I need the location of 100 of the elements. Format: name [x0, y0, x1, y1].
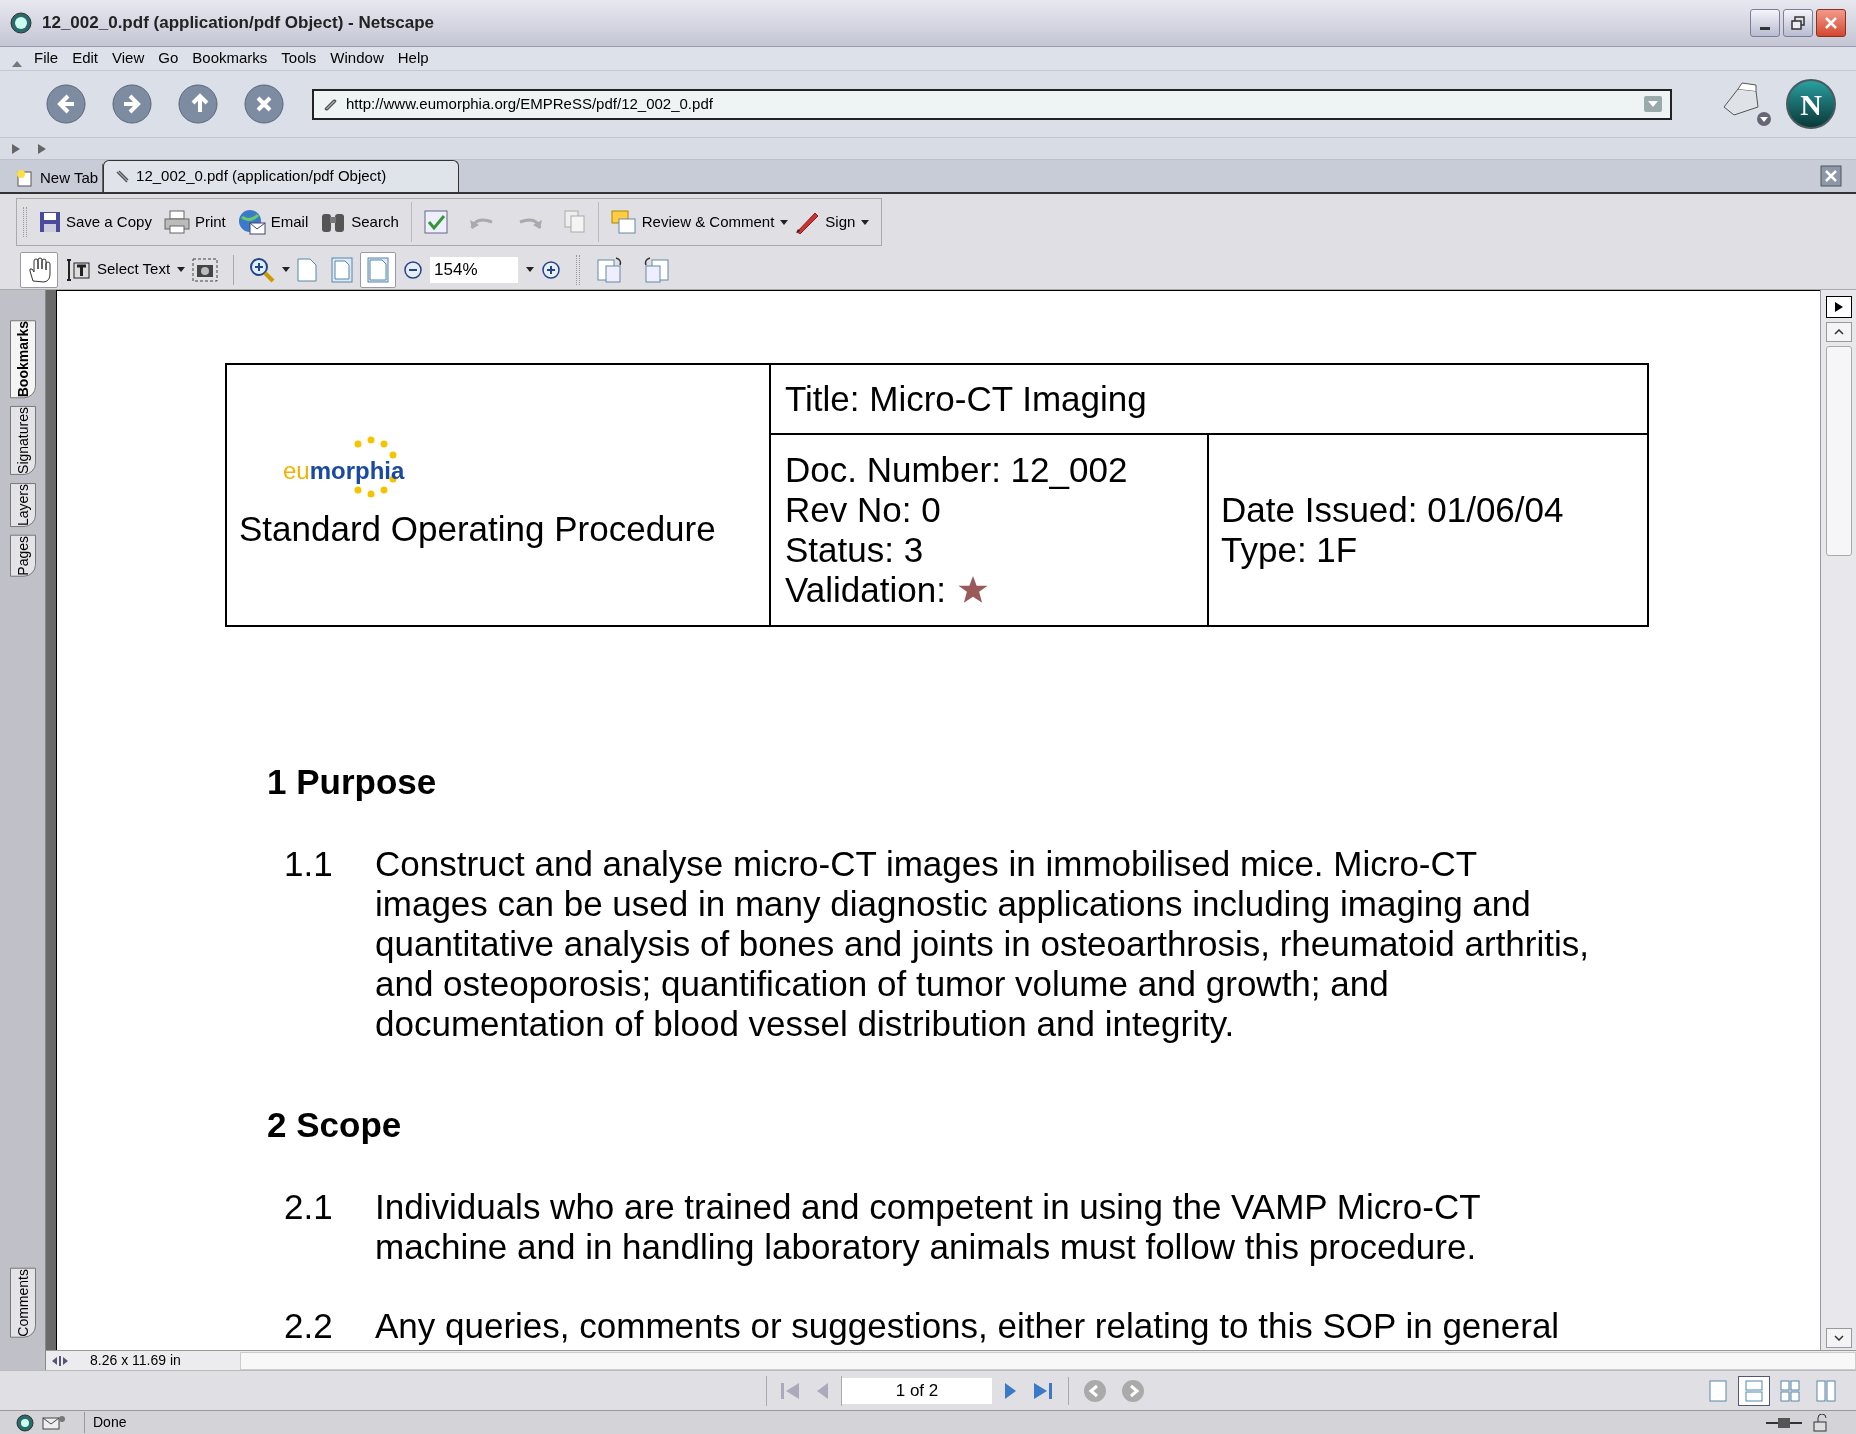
paragraph-text: Individuals who are trained and competent in using the VAMP Micro-CT machine and in handling laboratory animals must follow this procedure. [375, 1187, 1481, 1267]
email-button[interactable]: Email [231, 202, 315, 242]
zoom-in-icon[interactable] [542, 260, 561, 279]
side-panel-tab[interactable]: Comments [10, 1268, 36, 1338]
hand-icon [27, 256, 51, 283]
next-page-icon[interactable] [1004, 1380, 1018, 1401]
header-text: Status: 3 [785, 530, 925, 570]
menu-item[interactable]: Go [158, 47, 179, 70]
dropdown-icon[interactable] [1644, 96, 1662, 112]
section-heading: 1 Purpose [267, 762, 437, 802]
save-copy-button[interactable]: Save a Copy [33, 202, 158, 242]
back-button[interactable] [46, 84, 86, 124]
previous-view-icon[interactable] [1083, 1378, 1107, 1403]
clause-number: 1.1 [284, 844, 334, 885]
close-button[interactable] [1816, 9, 1846, 37]
caret-icon[interactable] [526, 267, 535, 272]
restore-button[interactable] [1783, 9, 1813, 37]
minimize-button[interactable] [1750, 9, 1780, 37]
facing-continuous-icon [1780, 1379, 1800, 1402]
last-page-icon[interactable] [1032, 1380, 1054, 1401]
search-button[interactable]: Search [314, 202, 405, 242]
note-icon [610, 210, 637, 234]
review-comment-button[interactable]: Review & Comment [604, 202, 781, 242]
facing-pages-icon [1816, 1379, 1836, 1402]
eumorphia-logo: eumorphia [283, 434, 415, 499]
side-panel-tab[interactable]: Bookmarks [10, 320, 36, 399]
status-text: Done [84, 1412, 127, 1433]
browser-icon [10, 12, 32, 34]
zoom-field[interactable]: 154% [430, 256, 519, 283]
caret-icon[interactable] [177, 267, 186, 272]
mail-icon[interactable] [42, 1413, 66, 1432]
caret-icon[interactable] [780, 219, 789, 225]
close-tab-icon[interactable] [1820, 165, 1842, 187]
clause-number: 2.2 [284, 1306, 334, 1346]
netscape-logo[interactable]: N [1786, 79, 1836, 129]
url-field[interactable]: http://www.eumorphia.org/EMPReSS/pdf/12_002_0.pdf [312, 88, 1672, 120]
rotate-page-icon[interactable] [642, 255, 671, 284]
zoom-out-icon[interactable] [404, 260, 423, 279]
header-text: Rev No: 0 [785, 490, 942, 530]
split-icon[interactable] [50, 1353, 70, 1368]
chevron-up-icon [1833, 329, 1844, 335]
side-panel-tab[interactable]: Layers [10, 483, 36, 528]
pen-icon [794, 210, 821, 234]
next-view-icon[interactable] [1121, 1378, 1145, 1403]
printer-icon [163, 210, 190, 234]
paragraph-text: Any queries, comments or suggestions, either relating to this SOP in general [375, 1306, 1560, 1346]
sign-button[interactable]: Sign [788, 202, 862, 242]
menu-item[interactable]: View [112, 47, 145, 70]
pane-toggle-button[interactable] [1825, 296, 1852, 318]
menu-item[interactable]: Window [330, 47, 384, 70]
clause-number: 2.1 [284, 1187, 334, 1228]
spell-check-icon[interactable] [423, 210, 448, 234]
caret-icon[interactable] [282, 267, 291, 272]
menu-item[interactable]: File [34, 47, 59, 70]
print-button[interactable]: Print [157, 202, 232, 242]
section-heading: 2 Scope [267, 1105, 402, 1145]
continuous-page-icon [1744, 1379, 1764, 1402]
binoculars-icon [320, 211, 347, 233]
caret-icon[interactable] [861, 219, 870, 225]
header-text: Validation: [785, 570, 946, 610]
globe-envelope-icon [237, 209, 266, 235]
fit-width-button[interactable] [360, 251, 397, 288]
page-icon [367, 256, 390, 283]
chevron-down-icon [1833, 1335, 1844, 1341]
close-icon [1824, 16, 1838, 30]
browser-icon[interactable] [16, 1413, 34, 1432]
window-title: 12_002_0.pdf (application/pdf Object) - Netscape [42, 12, 435, 35]
page-size-text: 8.26 x 11.69 in [90, 1351, 182, 1370]
menu-item[interactable]: Help [397, 47, 429, 70]
scroll-thumb[interactable] [1825, 346, 1852, 556]
paragraph-text: Construct and analyse micro-CT images in immobilised mice. Micro-CT images can be used in many diagnostic applications including imaging and quantitative analysis of bones and joints in osteoarthrosis, rheumatoid arthritis, and osteoporosis; quantification of tumor volume and growth; and documentation of blood vessel distribution and integrity. [375, 844, 1589, 1044]
menu-item[interactable]: Tools [281, 47, 317, 70]
header-text: Standard Operating Procedure [239, 507, 717, 550]
restore-icon [1791, 16, 1805, 30]
page-number-field[interactable]: 1 of 2 [842, 1377, 992, 1404]
side-panel-tab[interactable]: Pages [10, 535, 36, 577]
expand-icon[interactable] [12, 143, 20, 154]
menu-item[interactable]: Bookmarks [192, 47, 268, 70]
menu-item[interactable]: Edit [72, 47, 99, 70]
side-panel-tab[interactable]: Signatures [10, 406, 36, 476]
page-icon [331, 256, 354, 283]
stop-button[interactable] [244, 84, 284, 124]
scroll-down-button[interactable] [1825, 1328, 1852, 1348]
arrow-right-icon [1834, 302, 1843, 312]
camera-icon [192, 257, 219, 282]
header-text: Type: 1F [1221, 530, 1359, 570]
forward-button[interactable] [112, 84, 152, 124]
minimize-icon [1760, 27, 1770, 30]
select-text-button[interactable]: Select Text [58, 251, 178, 288]
page-layout-button[interactable] [1738, 1375, 1770, 1406]
horizontal-scrollbar[interactable] [240, 1351, 1856, 1370]
page-icon [16, 169, 34, 187]
star-icon [957, 576, 988, 604]
hand-tool-button[interactable] [20, 251, 58, 288]
browser-tab[interactable]: 12_002_0.pdf (application/pdf Object) [103, 160, 460, 192]
header-text: Date Issued: 01/06/04 [1221, 490, 1565, 530]
expand-icon[interactable] [38, 143, 46, 154]
header-text: Doc. Number: 12_002 [785, 450, 1129, 490]
reload-button[interactable] [178, 84, 218, 124]
title-text: Title: Micro-CT Imaging [771, 365, 1647, 435]
